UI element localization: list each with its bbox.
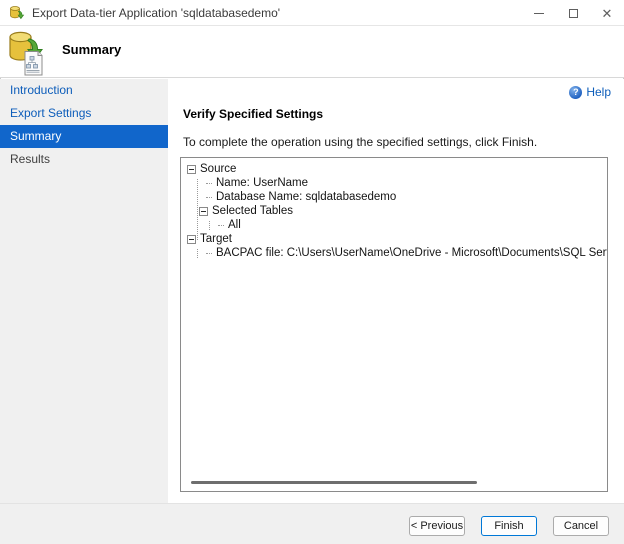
tree-connector [206,183,212,184]
tree-node-selected-tables[interactable]: Selected Tables [187,204,607,218]
tree-node-target[interactable]: Target [187,232,607,246]
export-dtа-icon [9,5,25,21]
section-instruction: To complete the operation using the spec… [183,135,537,149]
window-controls: ✕ [522,0,624,26]
main-content: ? Help Verify Specified Settings To comp… [168,79,624,503]
button-bar: < Previous Finish Cancel [0,503,624,544]
wizard-step-nav: Introduction Export Settings Summary Res… [0,79,168,503]
collapse-icon[interactable] [187,235,196,244]
collapse-icon[interactable] [187,165,196,174]
page-title: Summary [62,42,121,57]
minimize-button[interactable] [522,0,556,26]
tree-node-database-name[interactable]: Database Name: sqldatabasedemo [187,190,607,204]
tree-connector [218,225,224,226]
minimize-icon [534,13,544,14]
sidebar-item-export-settings[interactable]: Export Settings [0,102,168,125]
sidebar-item-introduction[interactable]: Introduction [0,79,168,102]
maximize-icon [569,9,578,18]
tree-node-all[interactable]: All [187,218,607,232]
tree-connector [206,253,212,254]
document-glyph [25,52,42,76]
collapse-icon[interactable] [199,207,208,216]
help-link[interactable]: ? Help [569,85,611,99]
summary-tree: Source Name: UserName Database Name: sql… [187,162,607,260]
summary-tree-panel[interactable]: Source Name: UserName Database Name: sql… [180,157,608,492]
maximize-button[interactable] [556,0,590,26]
title-bar: Export Data-tier Application 'sqldatabas… [0,0,624,26]
close-button[interactable]: ✕ [590,0,624,26]
database-export-icon [8,30,48,76]
wizard-header: Summary [0,26,624,78]
previous-button[interactable]: < Previous [409,516,465,536]
tree-connector [206,197,212,198]
tree-node-source[interactable]: Source [187,162,607,176]
tree-guide-line [197,249,198,258]
finish-button[interactable]: Finish [481,516,537,536]
horizontal-scrollbar[interactable] [191,481,477,484]
section-heading: Verify Specified Settings [183,107,323,121]
window-title: Export Data-tier Application 'sqldatabas… [32,6,280,20]
tree-guide-line [197,179,198,240]
help-icon: ? [569,86,582,99]
close-icon: ✕ [602,7,613,20]
tree-node-bacpac-file[interactable]: BACPAC file: C:\Users\UserName\OneDrive … [187,246,607,260]
sidebar-item-summary[interactable]: Summary [0,125,168,148]
tree-guide-line [209,221,210,230]
tree-node-name[interactable]: Name: UserName [187,176,607,190]
cancel-button[interactable]: Cancel [553,516,609,536]
help-label: Help [586,85,611,99]
sidebar-item-results[interactable]: Results [0,148,168,171]
